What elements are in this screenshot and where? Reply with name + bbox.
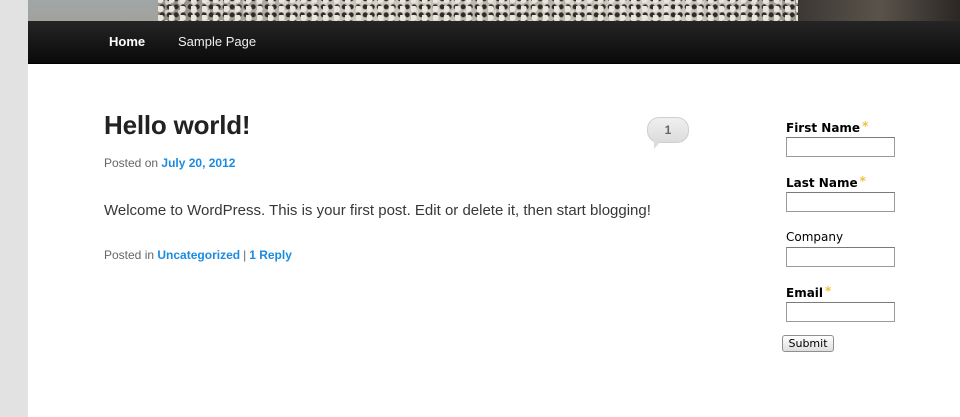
reply-link[interactable]: 1 Reply <box>249 248 292 262</box>
header-image-rock <box>158 0 838 21</box>
last-name-input[interactable] <box>786 192 895 212</box>
first-name-label-text: First Name <box>786 121 861 135</box>
header-image-shadow <box>798 0 960 21</box>
email-input[interactable] <box>786 302 895 322</box>
post-content: Welcome to WordPress. This is your first… <box>104 202 651 219</box>
required-star-icon: * <box>825 284 832 298</box>
header-image-sky <box>28 0 168 21</box>
category-link[interactable]: Uncategorized <box>157 248 240 262</box>
page: Home Sample Page Hello world! 1 Posted o… <box>28 0 960 417</box>
header-image <box>28 0 960 21</box>
email-label: Email * <box>786 284 831 300</box>
posted-on-label: Posted on <box>104 156 159 170</box>
nav-item-sample-page[interactable]: Sample Page <box>178 21 256 63</box>
email-label-text: Email <box>786 286 824 300</box>
company-input[interactable] <box>786 247 895 267</box>
company-label: Company <box>786 230 843 244</box>
post-title[interactable]: Hello world! <box>104 110 251 141</box>
nav-item-home[interactable]: Home <box>109 21 145 63</box>
comment-count: 1 <box>664 123 672 137</box>
first-name-label: First Name * <box>786 119 868 135</box>
company-label-text: Company <box>786 230 844 244</box>
posted-in-label: Posted in <box>104 248 155 262</box>
required-star-icon: * <box>862 119 869 133</box>
comment-count-bubble[interactable]: 1 <box>647 117 689 149</box>
last-name-label-text: Last Name <box>786 176 858 190</box>
comment-bubble-tail-icon <box>654 141 661 149</box>
last-name-label: Last Name * <box>786 174 866 190</box>
meta-separator: | <box>243 248 247 262</box>
post-meta: Posted on July 20, 2012 <box>104 156 235 170</box>
required-star-icon: * <box>859 174 866 188</box>
post-date-link[interactable]: July 20, 2012 <box>161 156 235 170</box>
post-footer-meta: Posted in Uncategorized | 1 Reply <box>104 248 292 262</box>
main-navigation: Home Sample Page <box>28 21 960 64</box>
first-name-input[interactable] <box>786 137 895 157</box>
submit-button[interactable]: Submit <box>782 335 834 352</box>
